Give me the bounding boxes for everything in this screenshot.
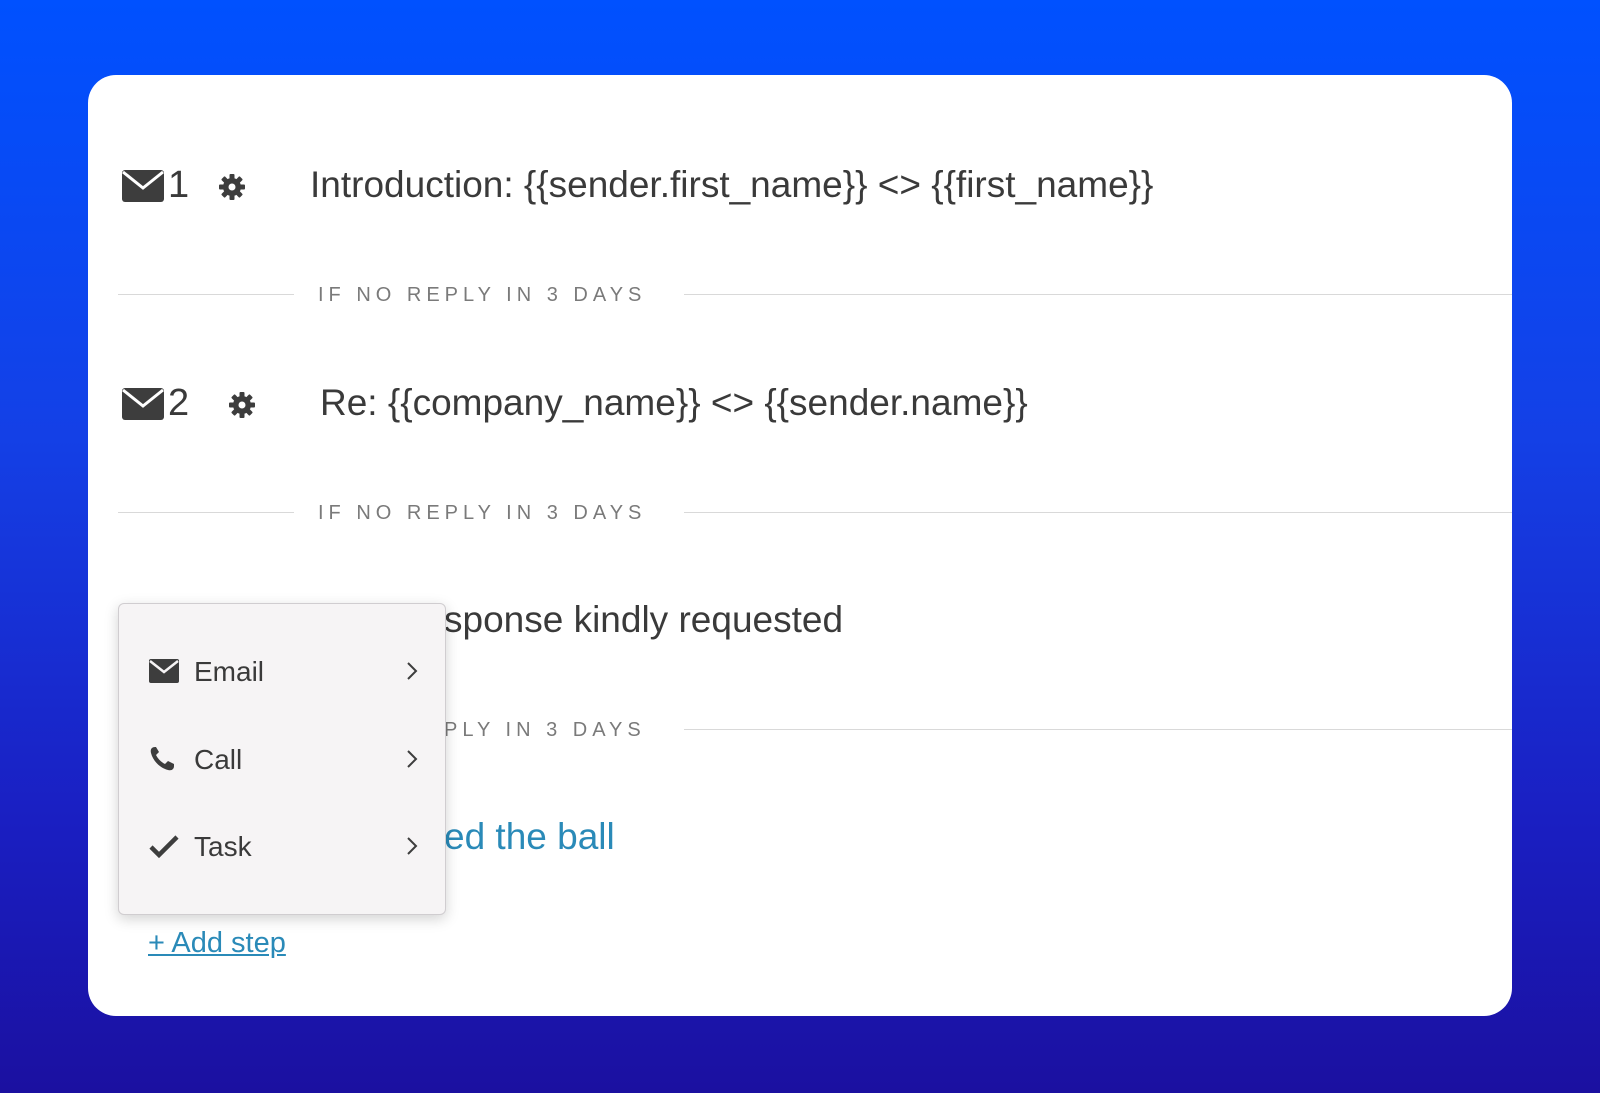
add-step-type-menu: Email Call Task bbox=[118, 603, 446, 915]
step-subject[interactable]: Re: {{company_name}} <> {{sender.name}} bbox=[320, 381, 1028, 425]
divider-line bbox=[684, 294, 1512, 295]
gear-icon[interactable] bbox=[218, 173, 246, 201]
delay-label: IF NO REPLY IN 3 DAYS bbox=[318, 284, 647, 306]
delay-divider: IF NO REPLY IN 3 DAYS bbox=[118, 503, 1512, 523]
step-number: 2 bbox=[168, 382, 190, 424]
step-number: 1 bbox=[168, 164, 190, 206]
checkmark-icon bbox=[149, 833, 179, 859]
add-step-link[interactable]: + Add step bbox=[148, 927, 286, 960]
divider-line bbox=[684, 512, 1512, 513]
sequence-card: 1 Introduction: {{sender.first_name}} <>… bbox=[88, 75, 1512, 1016]
sequence-step-1[interactable]: 1 Introduction: {{sender.first_name}} <>… bbox=[88, 155, 1512, 215]
gear-icon[interactable] bbox=[228, 391, 256, 419]
delay-label: PLY IN 3 DAYS bbox=[444, 719, 646, 741]
divider-line bbox=[684, 729, 1512, 730]
delay-divider: IF NO REPLY IN 3 DAYS bbox=[118, 285, 1512, 305]
menu-item-email[interactable]: Email bbox=[119, 642, 445, 702]
chevron-right-icon bbox=[405, 748, 419, 770]
step-subject[interactable]: ed the ball bbox=[444, 815, 615, 859]
envelope-icon bbox=[122, 170, 164, 202]
menu-item-call[interactable]: Call bbox=[119, 730, 445, 790]
envelope-icon bbox=[149, 658, 179, 684]
envelope-icon bbox=[122, 388, 164, 420]
divider-line bbox=[118, 512, 294, 513]
menu-item-label: Task bbox=[194, 831, 252, 862]
menu-item-label: Call bbox=[194, 744, 243, 775]
menu-item-task[interactable]: Task bbox=[119, 817, 445, 877]
divider-line bbox=[118, 294, 294, 295]
sequence-step-2[interactable]: 2 Re: {{company_name}} <> {{sender.name}… bbox=[88, 373, 1512, 433]
menu-item-label: Email bbox=[194, 656, 265, 687]
step-subject[interactable]: sponse kindly requested bbox=[444, 598, 843, 642]
step-subject[interactable]: Introduction: {{sender.first_name}} <> {… bbox=[310, 163, 1153, 207]
chevron-right-icon bbox=[405, 835, 419, 857]
delay-label: IF NO REPLY IN 3 DAYS bbox=[318, 502, 647, 524]
phone-icon bbox=[149, 746, 179, 772]
chevron-right-icon bbox=[405, 660, 419, 682]
